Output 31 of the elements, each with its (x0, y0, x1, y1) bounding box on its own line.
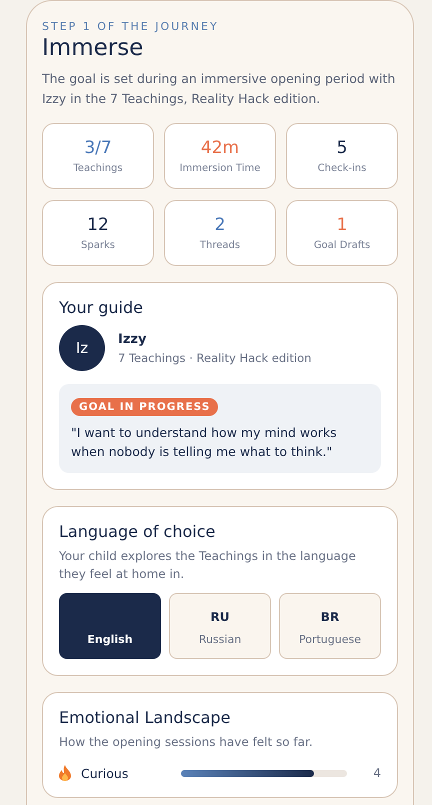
stat-label: Teachings (73, 163, 123, 174)
emotion-count: 4 (372, 766, 381, 780)
emotion-label: Curious (81, 766, 130, 780)
stat-value: 42m (200, 138, 240, 158)
language-option[interactable]: RU Russian (169, 593, 271, 659)
stat-value: 5 (336, 138, 348, 158)
stat-value: 2 (214, 215, 226, 235)
avatar: Iz (59, 325, 105, 371)
card-description: Your child explores the Teachings in the language they feel at home in. (59, 548, 357, 583)
card-description: How the opening sessions have felt so far. (59, 734, 314, 751)
stat-value: 1 (336, 215, 348, 235)
stat-label: Threads (200, 240, 240, 251)
card-heading: Emotional Landscape (59, 708, 232, 727)
stat-value: 12 (87, 215, 109, 235)
guide-name: Izzy (118, 332, 148, 346)
step-label: STEP 1 OF THE JOURNEY (42, 20, 220, 33)
stat-label: Goal Drafts (314, 240, 370, 251)
stat-label: Sparks (81, 240, 115, 251)
stat-value: 3/7 (84, 138, 112, 158)
card-heading: Your guide (59, 298, 144, 317)
language-option[interactable]: BR Portuguese (279, 593, 381, 659)
stat-label: Immersion Time (180, 163, 260, 174)
goal-quote: "I want to understand how my mind works when nobody is telling me what to think." (71, 424, 338, 461)
flame-icon (59, 765, 71, 781)
guide-subtitle: 7 Teachings · Reality Hack edition (118, 350, 312, 364)
step-title: Immerse (42, 35, 144, 61)
card-heading: Language of choice (59, 522, 216, 541)
status-badge: GOAL IN PROGRESS (71, 398, 218, 416)
stat-label: Check-ins (318, 163, 366, 174)
step-description: The goal is set during an immersive opening period with Izzy in the 7 Teachings, Reality Hack edition. (42, 70, 396, 108)
language-option[interactable]: English (59, 593, 161, 659)
